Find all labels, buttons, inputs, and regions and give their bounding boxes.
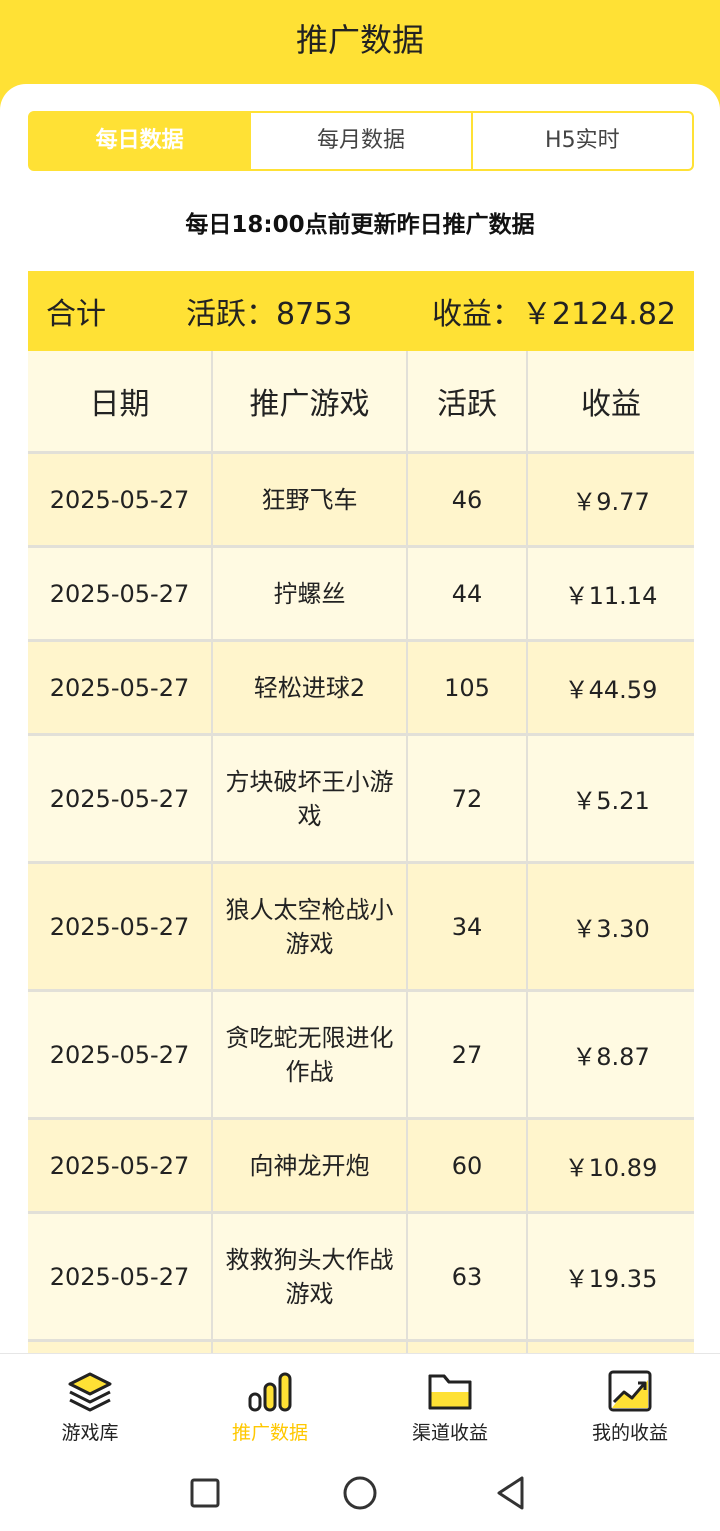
cell-income: ￥44.59 (528, 642, 694, 733)
cell-income: ￥10.89 (528, 1120, 694, 1211)
cell-active: 34 (408, 864, 528, 989)
nav-label: 游戏库 (61, 1422, 119, 1444)
nav-game-library[interactable]: 游戏库 (0, 1354, 180, 1454)
table-row: 2025-05-27 拧螺丝 44 ￥11.14 (28, 548, 694, 642)
tab-bar: 每日数据 每月数据 H5实时 (28, 111, 694, 171)
cell-empty (528, 1342, 694, 1353)
cell-income: ￥3.30 (528, 864, 694, 989)
cell-date: 2025-05-27 (28, 1214, 213, 1339)
tab-h5-realtime[interactable]: H5实时 (472, 111, 694, 171)
tab-daily[interactable]: 每日数据 (28, 111, 252, 171)
table-row: 2025-05-27 轻松进球2 105 ￥44.59 (28, 642, 694, 736)
cell-income: ￥8.87 (528, 992, 694, 1117)
trend-chart-icon (608, 1370, 652, 1412)
nav-label: 我的收益 (591, 1422, 668, 1444)
cell-active: 105 (408, 642, 528, 733)
page-title: 推广数据 (295, 21, 424, 59)
summary-active: 活跃：8753 (186, 297, 353, 332)
header-date: 日期 (28, 351, 213, 451)
nav-promo-data[interactable]: 推广数据 (180, 1354, 360, 1454)
nav-channel-income[interactable]: 渠道收益 (360, 1354, 540, 1454)
cell-income: ￥11.14 (528, 548, 694, 639)
table-row: 2025-05-27 方块破坏王小游戏 72 ￥5.21 (28, 736, 694, 864)
folder-icon (428, 1374, 472, 1410)
cell-game: 拧螺丝 (213, 548, 408, 639)
cell-game: 狼人太空枪战小游戏 (213, 864, 408, 989)
cell-active: 63 (408, 1214, 528, 1339)
cell-income: ￥5.21 (528, 736, 694, 861)
bar-chart-icon (248, 1372, 292, 1412)
cell-active: 44 (408, 548, 528, 639)
cell-date: 2025-05-27 (28, 1120, 213, 1211)
table-row: 2025-05-27 狂野飞车 46 ￥9.77 (28, 454, 694, 548)
table-row: 2025-05-27 向神龙开炮 60 ￥10.89 (28, 1120, 694, 1214)
layers-icon (68, 1372, 112, 1412)
summary-income: 收益：￥2124.82 (431, 297, 676, 332)
cell-date: 2025-05-27 (28, 864, 213, 989)
recent-apps-icon[interactable] (185, 1473, 225, 1513)
cell-date: 2025-05-27 (28, 548, 213, 639)
back-icon[interactable] (492, 1473, 532, 1513)
cell-empty (408, 1342, 528, 1353)
nav-label: 渠道收益 (411, 1422, 488, 1444)
cell-income: ￥19.35 (528, 1214, 694, 1339)
cell-game: 贪吃蛇无限进化作战 (213, 992, 408, 1117)
summary-total-label: 合计 (46, 297, 106, 332)
table-row: 2025-05-27 狼人太空枪战小游戏 34 ￥3.30 (28, 864, 694, 992)
cell-income: ￥9.77 (528, 454, 694, 545)
cell-game: 轻松进球2 (213, 642, 408, 733)
table-row: 2025-05-27 救救狗头大作战游戏 63 ￥19.35 (28, 1214, 694, 1342)
cell-date: 2025-05-27 (28, 642, 213, 733)
header-active: 活跃 (408, 351, 528, 451)
cell-active: 27 (408, 992, 528, 1117)
home-icon[interactable] (340, 1473, 380, 1513)
cell-date: 2025-05-27 (28, 992, 213, 1117)
table-row: 2025-05-27 贪吃蛇无限进化作战 27 ￥8.87 (28, 992, 694, 1120)
cell-date: 2025-05-27 (28, 736, 213, 861)
tab-monthly[interactable]: 每月数据 (251, 111, 473, 171)
cell-empty (28, 1342, 213, 1353)
cell-game: 向神龙开炮 (213, 1120, 408, 1211)
cell-active: 72 (408, 736, 528, 861)
table-row-partial (28, 1342, 694, 1353)
cell-active: 60 (408, 1120, 528, 1211)
data-table[interactable]: 日期 推广游戏 活跃 收益 2025-05-27 狂野飞车 46 ￥9.77 2… (28, 351, 694, 1353)
cell-active: 46 (408, 454, 528, 545)
header-income: 收益 (528, 351, 694, 451)
nav-label: 推广数据 (231, 1422, 308, 1444)
system-nav-bar (0, 1453, 720, 1531)
table-header-row: 日期 推广游戏 活跃 收益 (28, 351, 694, 454)
cell-empty (213, 1342, 408, 1353)
header-game: 推广游戏 (213, 351, 408, 451)
cell-date: 2025-05-27 (28, 454, 213, 545)
cell-game: 狂野飞车 (213, 454, 408, 545)
cell-game: 方块破坏王小游戏 (213, 736, 408, 861)
summary-bar: 合计 活跃：8753 收益：￥2124.82 (28, 271, 694, 351)
cell-game: 救救狗头大作战游戏 (213, 1214, 408, 1339)
update-notice: 每日18:00点前更新昨日推广数据 (185, 212, 535, 238)
nav-my-income[interactable]: 我的收益 (540, 1354, 720, 1454)
bottom-nav: 游戏库 推广数据 渠道收益 我的收益 (0, 1353, 720, 1454)
